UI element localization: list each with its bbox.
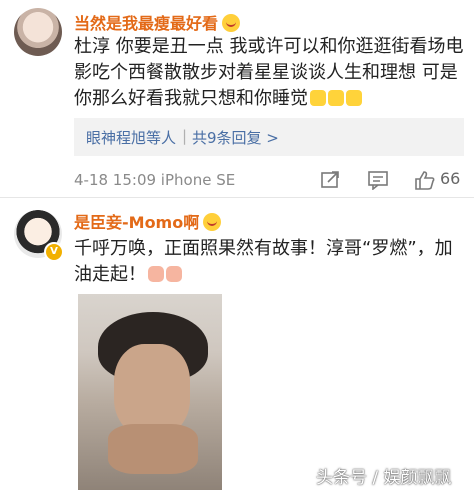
cat-emoji-icon bbox=[328, 90, 344, 106]
reply-users[interactable]: 眼神程旭等人 bbox=[86, 127, 176, 148]
comment-2: V 是臣妾-Momo啊 千呼万唤，正面照果然有故事！淳哥“罗燃”，加油走起！ bbox=[0, 198, 474, 492]
username[interactable]: 当然是我最瘦最好看 bbox=[74, 10, 241, 34]
photo-face bbox=[114, 344, 190, 436]
attached-photo[interactable] bbox=[78, 294, 222, 490]
watermark: 头条号 / 娱颜飘飘 bbox=[316, 468, 452, 488]
dog-emoji-icon bbox=[166, 266, 182, 282]
photo-hand bbox=[108, 424, 198, 474]
comment-text: 千呼万唤，正面照果然有故事！淳哥“罗燃”，加油走起！ bbox=[74, 238, 453, 285]
username[interactable]: 是臣妾-Momo啊 bbox=[74, 209, 222, 233]
like-count: 66 bbox=[440, 169, 461, 188]
share-icon[interactable] bbox=[320, 170, 342, 190]
verified-badge-icon: V bbox=[44, 242, 64, 262]
dog-emoji-icon bbox=[148, 266, 164, 282]
laugh-emoji-icon bbox=[203, 213, 222, 231]
reply-separator: | bbox=[182, 127, 188, 145]
like-icon[interactable] bbox=[414, 170, 436, 190]
comment-text: 杜淳 你要是丑一点 我或许可以和你逛逛街看场电影吃个西餐散散步对着星星谈谈人生和… bbox=[74, 36, 464, 109]
reply-count-link[interactable]: 共9条回复 > bbox=[192, 127, 279, 148]
avatar[interactable] bbox=[14, 8, 62, 56]
cat-emoji-icon bbox=[310, 90, 326, 106]
comment-1: 当然是我最瘦最好看 杜淳 你要是丑一点 我或许可以和你逛逛街看场电影吃个西餐散散… bbox=[0, 0, 474, 198]
comment-icon[interactable] bbox=[367, 170, 389, 190]
replies-box[interactable]: 眼神程旭等人 | 共9条回复 > bbox=[74, 118, 464, 156]
timestamp: 4-18 15:09 iPhone SE bbox=[74, 171, 236, 189]
cat-emoji-icon bbox=[346, 90, 362, 106]
laugh-emoji-icon bbox=[222, 14, 241, 32]
